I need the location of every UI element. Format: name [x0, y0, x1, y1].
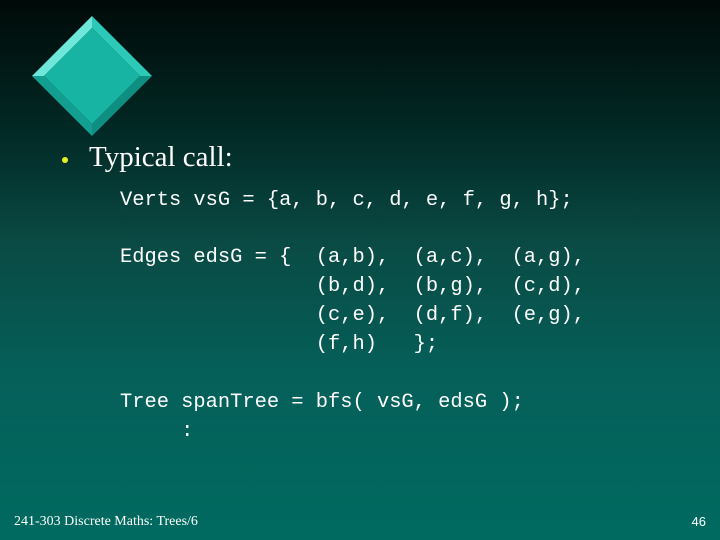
diamond-face [44, 28, 140, 124]
teal-diamond-icon [32, 16, 152, 136]
code-tree-line: Tree spanTree = bfs( vsG, edsG ); [120, 391, 524, 414]
footer-page-number: 46 [691, 514, 706, 529]
bullet-dot-icon [62, 157, 68, 163]
code-edges-line-4: (f,h) }; [120, 333, 439, 356]
code-edges-line-2: (b,d), (b,g), (c,d), [120, 275, 585, 298]
code-edges-line-3: (c,e), (d,f), (e,g), [120, 304, 585, 327]
diamond-logo-svg [32, 16, 152, 136]
footer-course-label: 241-303 Discrete Maths: Trees/6 [14, 514, 198, 529]
code-ellipsis: : [120, 420, 194, 443]
slide-heading: Typical call: [89, 141, 233, 173]
slide: Typical call: Verts vsG = {a, b, c, d, e… [0, 0, 720, 540]
code-verts-line: Verts vsG = {a, b, c, d, e, f, g, h}; [120, 189, 573, 212]
code-edges-line-1: Edges edsG = { (a,b), (a,c), (a,g), [120, 246, 585, 269]
